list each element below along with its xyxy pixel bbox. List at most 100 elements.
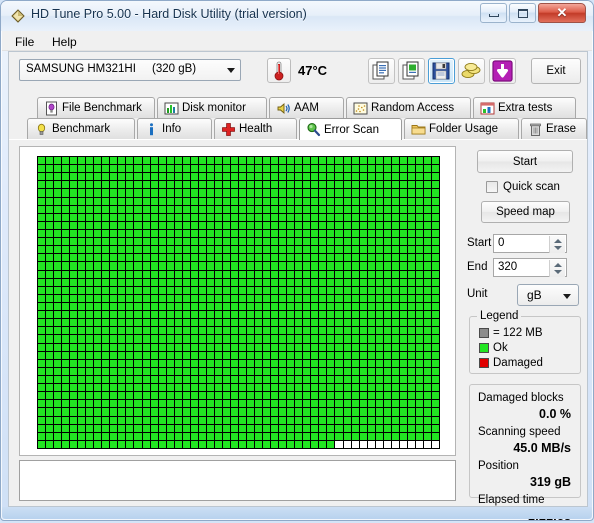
- scan-log-box[interactable]: [19, 460, 456, 501]
- scan-block: [206, 359, 214, 367]
- tab-folder-usage[interactable]: Folder Usage: [404, 118, 519, 139]
- tab-extra-tests[interactable]: Extra tests: [473, 97, 576, 118]
- scan-block: [70, 165, 78, 173]
- end-spinner[interactable]: [549, 260, 565, 277]
- spinner-up-icon[interactable]: [554, 263, 562, 267]
- drive-select[interactable]: SAMSUNG HM321HI (320 gB): [19, 59, 241, 81]
- download-button[interactable]: [489, 58, 516, 84]
- copy-image-button[interactable]: [398, 58, 425, 84]
- scan-block: [142, 424, 150, 432]
- scan-block: [102, 157, 110, 165]
- scan-block: [62, 270, 70, 278]
- scan-block: [46, 367, 54, 375]
- scan-block: [351, 376, 359, 384]
- scan-block: [238, 221, 247, 229]
- speed-map-button[interactable]: Speed map: [481, 201, 570, 223]
- scan-block: [166, 238, 174, 246]
- scan-block: [375, 221, 383, 229]
- copy-button[interactable]: [368, 58, 395, 84]
- scan-block: [287, 335, 295, 343]
- scan-block: [206, 189, 214, 197]
- spinner-up-icon[interactable]: [554, 239, 562, 243]
- spinner-down-icon[interactable]: [554, 270, 562, 274]
- scan-block: [367, 181, 375, 189]
- scan-block: [206, 270, 214, 278]
- scan-block: [198, 262, 206, 270]
- scan-block: [118, 262, 126, 270]
- scan-block: [230, 367, 238, 375]
- scan-block: [230, 408, 238, 416]
- scan-block: [279, 424, 287, 432]
- scan-block: [255, 416, 263, 424]
- scanning-speed-value: 45.0 MB/s: [513, 441, 571, 455]
- close-button[interactable]: ✕: [538, 3, 586, 23]
- tab-info[interactable]: Info: [137, 118, 212, 139]
- tab-extra-tests-label: Extra tests: [498, 102, 553, 114]
- scan-block: [46, 351, 54, 359]
- end-input[interactable]: 320: [493, 258, 567, 277]
- scan-block: [62, 335, 70, 343]
- scan-block: [222, 262, 230, 270]
- scan-block: [46, 262, 54, 270]
- tab-health[interactable]: Health: [214, 118, 297, 139]
- spinner-down-icon[interactable]: [554, 246, 562, 250]
- scan-block: [70, 335, 78, 343]
- scan-block: [431, 173, 439, 181]
- start-button[interactable]: Start: [477, 150, 573, 173]
- scan-block: [182, 246, 190, 254]
- scan-block: [407, 213, 415, 221]
- start-input[interactable]: 0: [493, 234, 567, 253]
- scan-block-grid[interactable]: [37, 156, 440, 449]
- scan-block: [222, 205, 230, 213]
- scan-block: [142, 327, 150, 335]
- scan-block: [142, 303, 150, 311]
- minimize-button[interactable]: [480, 3, 507, 23]
- tab-file-benchmark[interactable]: File Benchmark: [37, 97, 155, 118]
- scan-block: [78, 213, 86, 221]
- quick-scan-checkbox[interactable]: Quick scan: [486, 181, 560, 193]
- scan-block: [335, 278, 343, 286]
- scan-block: [303, 351, 311, 359]
- scan-block: [134, 408, 142, 416]
- tab-aam[interactable]: AAM: [269, 97, 344, 118]
- drive-size-label: (320 gB): [152, 63, 197, 75]
- smart-button[interactable]: [458, 58, 485, 84]
- scan-block: [327, 246, 335, 254]
- scan-block: [166, 335, 174, 343]
- scan-map-area[interactable]: [19, 146, 456, 456]
- scan-block: [423, 392, 431, 400]
- scan-block: [222, 278, 230, 286]
- scan-block: [238, 189, 247, 197]
- maximize-button[interactable]: [509, 3, 536, 23]
- tab-benchmark[interactable]: Benchmark: [27, 118, 135, 139]
- scan-block: [415, 286, 423, 294]
- scan-block: [423, 221, 431, 229]
- scan-block: [279, 213, 287, 221]
- tab-error-scan[interactable]: Error Scan: [299, 118, 402, 140]
- temperature-button[interactable]: [267, 58, 291, 83]
- menu-item-help[interactable]: Help: [46, 34, 83, 50]
- start-spinner[interactable]: [549, 236, 565, 253]
- scan-block: [118, 376, 126, 384]
- scan-block: [46, 384, 54, 392]
- tab-disk-monitor[interactable]: Disk monitor: [157, 97, 267, 118]
- scan-block: [190, 343, 198, 351]
- scan-block: [214, 157, 222, 165]
- menu-item-file[interactable]: File: [9, 34, 40, 50]
- exit-button[interactable]: Exit: [531, 58, 581, 84]
- tab-random-access[interactable]: Random Access: [346, 97, 471, 118]
- scan-block: [295, 254, 303, 262]
- scan-block: [38, 408, 46, 416]
- scan-block: [295, 392, 303, 400]
- scan-block: [423, 319, 431, 327]
- unit-select[interactable]: gB: [517, 284, 579, 306]
- scan-block: [335, 246, 343, 254]
- tab-erase[interactable]: Erase: [521, 118, 587, 139]
- scan-block: [247, 367, 255, 375]
- scan-block: [238, 384, 247, 392]
- scan-block: [423, 294, 431, 302]
- scan-block: [303, 238, 311, 246]
- save-button[interactable]: [428, 58, 455, 84]
- scan-block: [190, 157, 198, 165]
- scan-block: [391, 165, 399, 173]
